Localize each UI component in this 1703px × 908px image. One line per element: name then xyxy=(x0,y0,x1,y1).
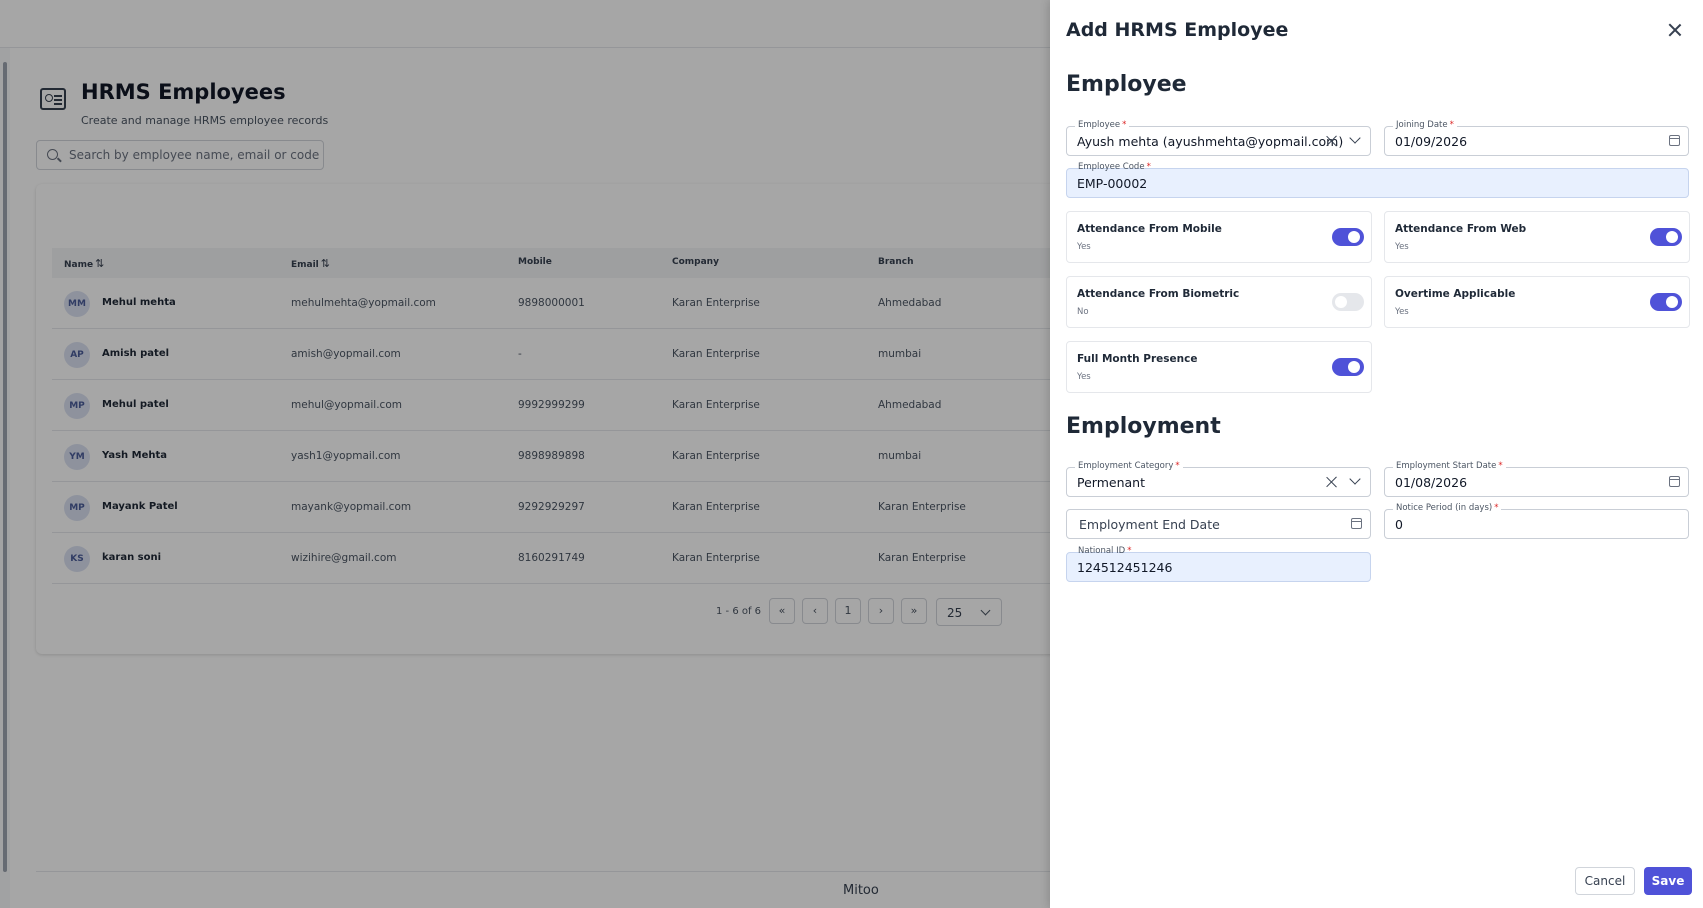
employee-value: Ayush mehta (ayushmehta@yopmail.com) xyxy=(1077,134,1344,149)
section-title-employment: Employment xyxy=(1066,414,1221,439)
required-mark: * xyxy=(1494,503,1499,513)
chevron-down-icon[interactable] xyxy=(1349,132,1361,144)
employee-select[interactable]: Employee * Ayush mehta (ayushmehta@yopmai… xyxy=(1066,119,1371,156)
required-mark: * xyxy=(1127,546,1132,556)
required-mark: * xyxy=(1146,162,1151,172)
calendar-icon[interactable] xyxy=(1669,476,1680,487)
required-mark: * xyxy=(1498,461,1503,471)
section-title-employee: Employee xyxy=(1066,72,1187,97)
toggle-attendance-biometric: Attendance From Biometric No xyxy=(1066,276,1372,328)
employment-start-date-field[interactable]: Employment Start Date * 01/08/2026 xyxy=(1384,460,1689,497)
full-month-presence-switch[interactable] xyxy=(1332,358,1364,376)
employment-end-date-placeholder: Employment End Date xyxy=(1079,517,1220,532)
calendar-icon[interactable] xyxy=(1669,135,1680,146)
toggle-full-month-presence: Full Month Presence Yes xyxy=(1066,341,1372,393)
chevron-down-icon[interactable] xyxy=(1349,473,1361,485)
attendance-web-switch[interactable] xyxy=(1650,228,1682,246)
employment-end-date-field[interactable]: Employment End Date xyxy=(1066,509,1371,539)
joining-date-field[interactable]: Joining Date * 01/09/2026 xyxy=(1384,119,1689,156)
national-id-field[interactable]: National ID * 124512451246 xyxy=(1066,546,1371,582)
clear-icon[interactable] xyxy=(1325,475,1339,489)
notice-period-value: 0 xyxy=(1395,517,1403,532)
attendance-biometric-switch[interactable] xyxy=(1332,293,1364,311)
national-id-value: 124512451246 xyxy=(1077,560,1173,575)
toggle-overtime: Overtime Applicable Yes xyxy=(1384,276,1690,328)
attendance-mobile-switch[interactable] xyxy=(1332,228,1364,246)
employee-code-value: EMP-00002 xyxy=(1077,176,1148,191)
required-mark: * xyxy=(1175,461,1180,471)
required-mark: * xyxy=(1122,120,1127,130)
employee-code-field[interactable]: Employee Code * EMP-00002 xyxy=(1066,162,1689,198)
toggle-attendance-mobile: Attendance From Mobile Yes xyxy=(1066,211,1372,263)
add-employee-drawer: Add HRMS Employee Employee Employee * Ayu… xyxy=(1050,0,1703,908)
joining-date-value: 01/09/2026 xyxy=(1395,134,1468,149)
cancel-button[interactable]: Cancel xyxy=(1575,867,1635,895)
required-mark: * xyxy=(1449,120,1454,130)
employment-start-date-value: 01/08/2026 xyxy=(1395,475,1468,490)
toggle-attendance-web: Attendance From Web Yes xyxy=(1384,211,1690,263)
employment-category-value: Permenant xyxy=(1077,475,1145,490)
overtime-switch[interactable] xyxy=(1650,293,1682,311)
close-icon[interactable] xyxy=(1665,20,1685,40)
calendar-icon[interactable] xyxy=(1351,518,1362,529)
save-button[interactable]: Save xyxy=(1644,867,1692,895)
notice-period-field[interactable]: Notice Period (in days) * 0 xyxy=(1384,502,1689,539)
drawer-title: Add HRMS Employee xyxy=(1066,19,1289,41)
employment-category-select[interactable]: Employment Category * Permenant xyxy=(1066,460,1371,497)
clear-icon[interactable] xyxy=(1325,134,1339,148)
